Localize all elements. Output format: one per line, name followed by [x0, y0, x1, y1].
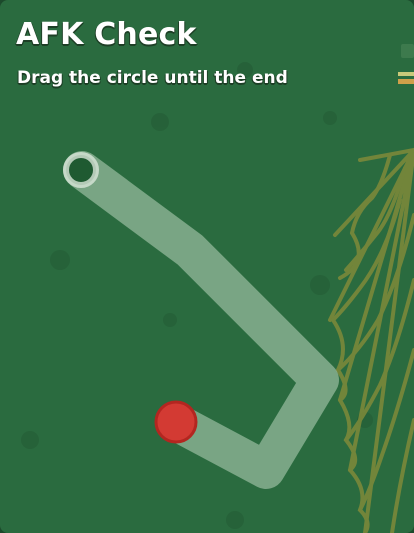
- background-pattern: [21, 62, 373, 529]
- spider-web-icon: [328, 148, 414, 533]
- afk-check-instruction: Drag the circle until the end: [17, 68, 288, 88]
- afk-check-title: AFK Check: [16, 17, 197, 52]
- end-target-icon: [63, 152, 99, 188]
- drag-circle[interactable]: [154, 400, 198, 444]
- drag-path: [63, 151, 339, 489]
- mini-status-indicator: [398, 44, 414, 84]
- afk-check-panel: AFK Check Drag the circle until the end: [0, 0, 414, 533]
